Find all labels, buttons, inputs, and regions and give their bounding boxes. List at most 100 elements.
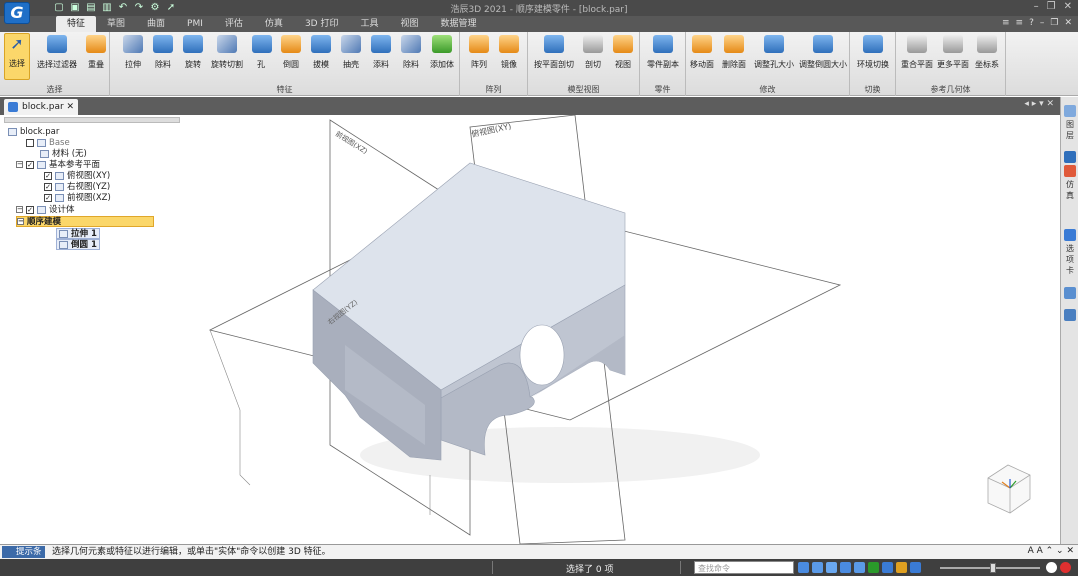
tab-simulation[interactable]: 仿真 — [254, 16, 294, 32]
help-icon[interactable]: ? — [1029, 18, 1034, 28]
tree-node-feature-extrude[interactable]: 拉伸 1 — [56, 228, 100, 239]
menu-icon-2[interactable]: ≡ — [1016, 18, 1024, 28]
dock-tool-1[interactable] — [1063, 287, 1077, 301]
pattern-button[interactable]: 阵列 — [468, 35, 490, 70]
mirror-button[interactable]: 镜像 — [498, 35, 520, 70]
dock-tabs[interactable]: 选项卡 — [1063, 229, 1077, 276]
view-button[interactable]: 视图 — [612, 35, 634, 70]
menu-icon[interactable]: ≡ — [1002, 18, 1010, 28]
tree-node-root[interactable]: block.par — [8, 127, 59, 138]
dock-simulation[interactable]: 仿真 — [1063, 151, 1077, 201]
tree-node-plane-xy[interactable]: ✓ 俯视图(XY) — [44, 171, 110, 182]
collapse-icon[interactable]: − — [16, 206, 23, 213]
tree-node-feature-round[interactable]: 倒圆 1 — [56, 239, 100, 250]
hole-button[interactable]: 孔 — [252, 35, 272, 70]
document-tab-controls[interactable]: ◂ ▸ ▾ ✕ — [1024, 99, 1054, 109]
close-button[interactable]: ✕ — [1064, 1, 1072, 12]
resize-round-icon — [813, 35, 833, 53]
tab-view[interactable]: 视图 — [389, 16, 429, 32]
command-search-input[interactable]: 查找命令 — [694, 561, 794, 574]
collapse-icon[interactable]: − — [16, 161, 23, 168]
plane-section-button[interactable]: 按平面剖切 — [532, 35, 576, 70]
draft-button[interactable]: 拔模 — [310, 35, 332, 70]
tab-pmi[interactable]: PMI — [176, 16, 214, 32]
view-cube[interactable] — [987, 464, 1031, 514]
coordinate-system-button[interactable]: 坐标系 — [972, 35, 1002, 70]
tab-data-management[interactable]: 数据管理 — [430, 16, 488, 32]
app-logo[interactable]: G — [4, 2, 30, 24]
minimize-button[interactable]: – — [1034, 1, 1039, 12]
plane-icon — [55, 182, 64, 191]
tree-node-ref-planes[interactable]: − ✓ 基本参考平面 — [16, 160, 100, 171]
prompt-controls[interactable]: A A ⌃ ⌄ ✕ — [1028, 546, 1074, 556]
cut-button[interactable]: 除料 — [152, 35, 174, 70]
tree-node-base[interactable]: Base — [26, 138, 70, 149]
shading-icon[interactable] — [882, 562, 893, 573]
revolve-cut-button[interactable]: 旋转切割 — [210, 35, 244, 70]
remove-material-button[interactable]: 除料 — [400, 35, 422, 70]
select-filter-button[interactable]: 选择过滤器 — [34, 35, 80, 70]
tree-node-plane-xz[interactable]: ✓ 前视图(XZ) — [44, 193, 111, 204]
plane-xy-checkbox[interactable]: ✓ — [44, 171, 52, 180]
tab-evaluate[interactable]: 评估 — [214, 16, 254, 32]
design-body-checkbox[interactable]: ✓ — [26, 205, 34, 214]
right-dock-bar: 图层 仿真 选项卡 — [1060, 97, 1078, 544]
extrude-button[interactable]: 拉伸 — [122, 35, 144, 70]
fit-view-icon[interactable] — [840, 562, 851, 573]
delete-face-button[interactable]: 删除面 — [720, 35, 748, 70]
zoom-in-icon[interactable] — [1046, 562, 1057, 573]
doc-minimize-button[interactable]: – — [1040, 18, 1045, 28]
tab-tools[interactable]: 工具 — [349, 16, 389, 32]
move-face-button[interactable]: 移动面 — [688, 35, 716, 70]
round-button[interactable]: 倒圆 — [280, 35, 302, 70]
overlap-button[interactable]: 重叠 — [84, 35, 108, 70]
arch-hole[interactable] — [519, 324, 565, 386]
restore-button[interactable]: ❐ — [1047, 1, 1056, 12]
doc-restore-button[interactable]: ❐ — [1050, 18, 1058, 28]
coincident-plane-button[interactable]: 重合平面 — [900, 35, 934, 70]
doc-close-button[interactable]: ✕ — [1064, 18, 1072, 28]
tab-surface[interactable]: 曲面 — [136, 16, 176, 32]
select-button[interactable]: 选择 — [4, 33, 30, 80]
document-tab[interactable]: block.par ✕ — [4, 99, 78, 115]
dock-tool-2[interactable] — [1063, 309, 1077, 323]
tab-feature[interactable]: 特征 — [56, 16, 97, 32]
tree-node-sequential[interactable]: − 顺序建模 — [16, 216, 154, 227]
dock-layers[interactable]: 图层 — [1063, 105, 1077, 141]
environment-switch-button[interactable]: 环境切换 — [854, 35, 892, 70]
rotate-view-icon[interactable] — [798, 562, 809, 573]
close-document-icon[interactable]: ✕ — [66, 99, 74, 115]
display-icon[interactable] — [910, 562, 921, 573]
resize-hole-button[interactable]: 调整孔大小 — [752, 35, 796, 70]
zoom-icon[interactable] — [826, 562, 837, 573]
tree-node-design-body[interactable]: − ✓ 设计体 — [16, 205, 75, 216]
base-checkbox[interactable] — [26, 138, 34, 147]
collapse-icon[interactable]: − — [17, 218, 24, 225]
add-body-button[interactable]: 添加体 — [428, 35, 456, 70]
plane-xz-checkbox[interactable]: ✓ — [44, 193, 52, 202]
zoom-slider[interactable] — [940, 563, 1040, 573]
3d-viewport[interactable]: 前视图(XZ) 俯视图(XY) 右视图(YZ) — [180, 114, 1060, 545]
model-canvas[interactable]: 前视图(XZ) 俯视图(XY) 右视图(YZ) — [180, 114, 1060, 545]
zoom-area-icon[interactable] — [812, 562, 823, 573]
render-icon[interactable] — [868, 562, 879, 573]
tab-3d-print[interactable]: 3D 打印 — [294, 16, 350, 32]
record-icon[interactable] — [1060, 562, 1071, 573]
pan-icon[interactable] — [854, 562, 865, 573]
view-style-icon[interactable] — [896, 562, 907, 573]
draft-icon — [311, 35, 331, 53]
plane-yz-checkbox[interactable]: ✓ — [44, 182, 52, 191]
add-material-button[interactable]: 添料 — [370, 35, 392, 70]
revolve-button[interactable]: 旋转 — [182, 35, 204, 70]
tree-node-plane-yz[interactable]: ✓ 右视图(YZ) — [44, 182, 110, 193]
tab-sketch[interactable]: 草图 — [96, 16, 136, 32]
zoom-slider-knob[interactable] — [990, 563, 996, 573]
tree-node-material[interactable]: 材料 (无) — [40, 149, 87, 160]
ref-planes-checkbox[interactable]: ✓ — [26, 160, 34, 169]
tree-scroll-header[interactable] — [4, 117, 180, 123]
resize-round-button[interactable]: 调整倒圆大小 — [798, 35, 848, 70]
more-planes-button[interactable]: 更多平面 — [936, 35, 970, 70]
part-copy-button[interactable]: 零件副本 — [644, 35, 682, 70]
shell-button[interactable]: 抽壳 — [340, 35, 362, 70]
section-button[interactable]: 剖切 — [582, 35, 604, 70]
